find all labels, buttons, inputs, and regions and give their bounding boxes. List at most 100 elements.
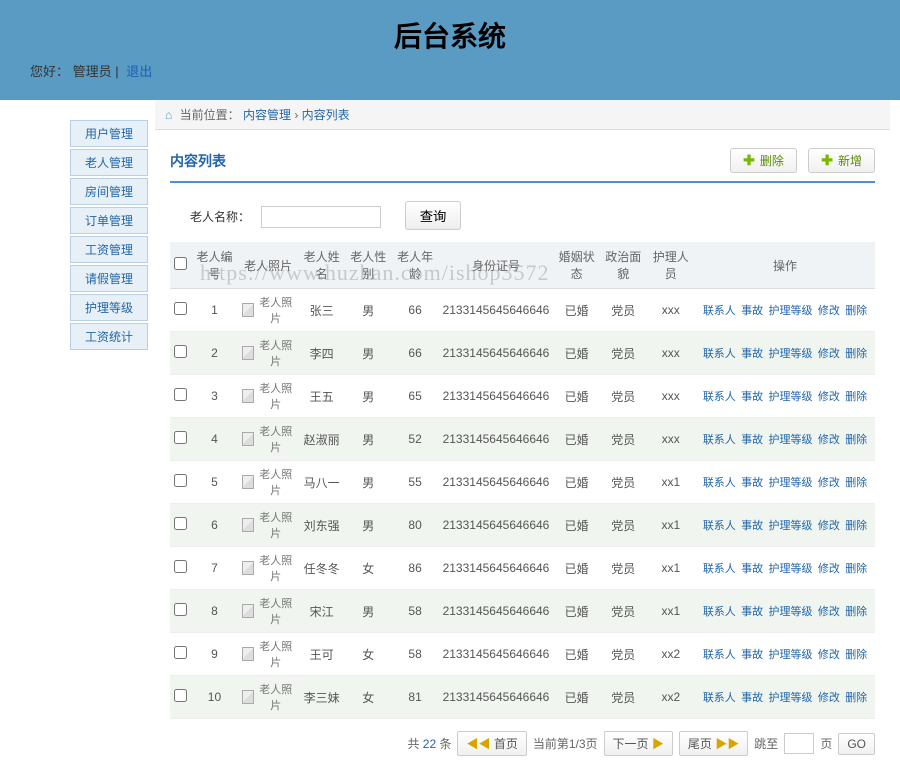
sidebar-item-4[interactable]: 工资管理 bbox=[70, 236, 148, 263]
op-delete[interactable]: 删除 bbox=[845, 434, 867, 446]
cell: 已婚 bbox=[553, 633, 600, 676]
op-delete[interactable]: 删除 bbox=[845, 563, 867, 575]
op-delete[interactable]: 删除 bbox=[845, 606, 867, 618]
op-delete[interactable]: 删除 bbox=[845, 391, 867, 403]
op-level[interactable]: 护理等级 bbox=[769, 563, 813, 575]
op-edit[interactable]: 修改 bbox=[818, 305, 840, 317]
op-edit[interactable]: 修改 bbox=[818, 477, 840, 489]
arrow-right-icon: ▶ bbox=[652, 737, 664, 751]
row-checkbox[interactable] bbox=[174, 345, 187, 358]
breadcrumb-p1[interactable]: 内容管理 bbox=[243, 108, 291, 122]
op-delete[interactable]: 删除 bbox=[845, 649, 867, 661]
cell: 女 bbox=[345, 676, 392, 719]
last-page-button[interactable]: 尾页 ▶▶ bbox=[679, 731, 748, 756]
op-edit[interactable]: 修改 bbox=[818, 692, 840, 704]
arrow-right-icon: ▶▶ bbox=[715, 737, 739, 751]
op-delete[interactable]: 删除 bbox=[845, 692, 867, 704]
op-level[interactable]: 护理等级 bbox=[769, 434, 813, 446]
row-checkbox[interactable] bbox=[174, 474, 187, 487]
cell: 2133145645646646 bbox=[439, 375, 554, 418]
op-level[interactable]: 护理等级 bbox=[769, 520, 813, 532]
cell: 任冬冬 bbox=[298, 547, 345, 590]
op-delete[interactable]: 删除 bbox=[845, 348, 867, 360]
op-contact[interactable]: 联系人 bbox=[703, 434, 736, 446]
op-accident[interactable]: 事故 bbox=[741, 606, 763, 618]
search-input[interactable] bbox=[261, 206, 381, 228]
op-edit[interactable]: 修改 bbox=[818, 606, 840, 618]
op-accident[interactable]: 事故 bbox=[741, 434, 763, 446]
op-accident[interactable]: 事故 bbox=[741, 477, 763, 489]
op-delete[interactable]: 删除 bbox=[845, 477, 867, 489]
row-checkbox[interactable] bbox=[174, 603, 187, 616]
image-icon bbox=[242, 303, 254, 317]
row-checkbox[interactable] bbox=[174, 689, 187, 702]
op-level[interactable]: 护理等级 bbox=[769, 391, 813, 403]
sidebar-item-3[interactable]: 订单管理 bbox=[70, 207, 148, 234]
op-edit[interactable]: 修改 bbox=[818, 649, 840, 661]
op-contact[interactable]: 联系人 bbox=[703, 520, 736, 532]
row-checkbox[interactable] bbox=[174, 302, 187, 315]
op-delete[interactable]: 删除 bbox=[845, 520, 867, 532]
op-edit[interactable]: 修改 bbox=[818, 563, 840, 575]
op-contact[interactable]: 联系人 bbox=[703, 348, 736, 360]
row-checkbox[interactable] bbox=[174, 388, 187, 401]
op-accident[interactable]: 事故 bbox=[741, 391, 763, 403]
cell: xx1 bbox=[647, 590, 695, 633]
op-contact[interactable]: 联系人 bbox=[703, 563, 736, 575]
op-contact[interactable]: 联系人 bbox=[703, 305, 736, 317]
op-accident[interactable]: 事故 bbox=[741, 305, 763, 317]
op-accident[interactable]: 事故 bbox=[741, 348, 763, 360]
page-input[interactable] bbox=[784, 733, 814, 754]
op-accident[interactable]: 事故 bbox=[741, 520, 763, 532]
op-level[interactable]: 护理等级 bbox=[769, 348, 813, 360]
image-icon bbox=[242, 518, 254, 532]
row-checkbox[interactable] bbox=[174, 517, 187, 530]
logout-link[interactable]: 退出 bbox=[126, 64, 152, 79]
sidebar-item-5[interactable]: 请假管理 bbox=[70, 265, 148, 292]
op-contact[interactable]: 联系人 bbox=[703, 477, 736, 489]
sidebar-item-0[interactable]: 用户管理 bbox=[70, 120, 148, 147]
op-edit[interactable]: 修改 bbox=[818, 434, 840, 446]
cell: 宋江 bbox=[298, 590, 345, 633]
sidebar-item-6[interactable]: 护理等级 bbox=[70, 294, 148, 321]
op-accident[interactable]: 事故 bbox=[741, 692, 763, 704]
sidebar-item-1[interactable]: 老人管理 bbox=[70, 149, 148, 176]
op-edit[interactable]: 修改 bbox=[818, 520, 840, 532]
op-accident[interactable]: 事故 bbox=[741, 649, 763, 661]
op-delete[interactable]: 删除 bbox=[845, 305, 867, 317]
breadcrumb-p2[interactable]: 内容列表 bbox=[302, 108, 350, 122]
sidebar-item-2[interactable]: 房间管理 bbox=[70, 178, 148, 205]
table-row: 1老人照片张三男662133145645646646已婚党员xxx联系人 事故 … bbox=[170, 289, 875, 332]
cell: 老人照片 bbox=[238, 461, 298, 504]
table-row: 5老人照片马八一男552133145645646646已婚党员xx1联系人 事故… bbox=[170, 461, 875, 504]
op-accident[interactable]: 事故 bbox=[741, 563, 763, 575]
op-contact[interactable]: 联系人 bbox=[703, 692, 736, 704]
op-level[interactable]: 护理等级 bbox=[769, 649, 813, 661]
photo-placeholder: 老人照片 bbox=[242, 552, 294, 584]
go-button[interactable]: GO bbox=[838, 733, 875, 755]
op-level[interactable]: 护理等级 bbox=[769, 606, 813, 618]
sidebar-item-7[interactable]: 工资统计 bbox=[70, 323, 148, 350]
op-level[interactable]: 护理等级 bbox=[769, 477, 813, 489]
delete-button[interactable]: ✚ 删除 bbox=[730, 148, 797, 173]
op-level[interactable]: 护理等级 bbox=[769, 692, 813, 704]
cell: 男 bbox=[345, 375, 392, 418]
total-count: 共 22 条 bbox=[407, 735, 451, 752]
cell bbox=[170, 633, 191, 676]
cell: 已婚 bbox=[553, 332, 600, 375]
add-button[interactable]: ✚ 新增 bbox=[808, 148, 875, 173]
search-button[interactable]: 查询 bbox=[405, 201, 462, 230]
op-edit[interactable]: 修改 bbox=[818, 348, 840, 360]
row-checkbox[interactable] bbox=[174, 646, 187, 659]
select-all-checkbox[interactable] bbox=[174, 257, 187, 270]
row-checkbox[interactable] bbox=[174, 431, 187, 444]
next-page-button[interactable]: 下一页 ▶ bbox=[604, 731, 673, 756]
cell: 58 bbox=[392, 633, 439, 676]
op-level[interactable]: 护理等级 bbox=[769, 305, 813, 317]
row-checkbox[interactable] bbox=[174, 560, 187, 573]
op-edit[interactable]: 修改 bbox=[818, 391, 840, 403]
op-contact[interactable]: 联系人 bbox=[703, 606, 736, 618]
first-page-button[interactable]: ◀◀ 首页 bbox=[457, 731, 526, 756]
op-contact[interactable]: 联系人 bbox=[703, 391, 736, 403]
op-contact[interactable]: 联系人 bbox=[703, 649, 736, 661]
